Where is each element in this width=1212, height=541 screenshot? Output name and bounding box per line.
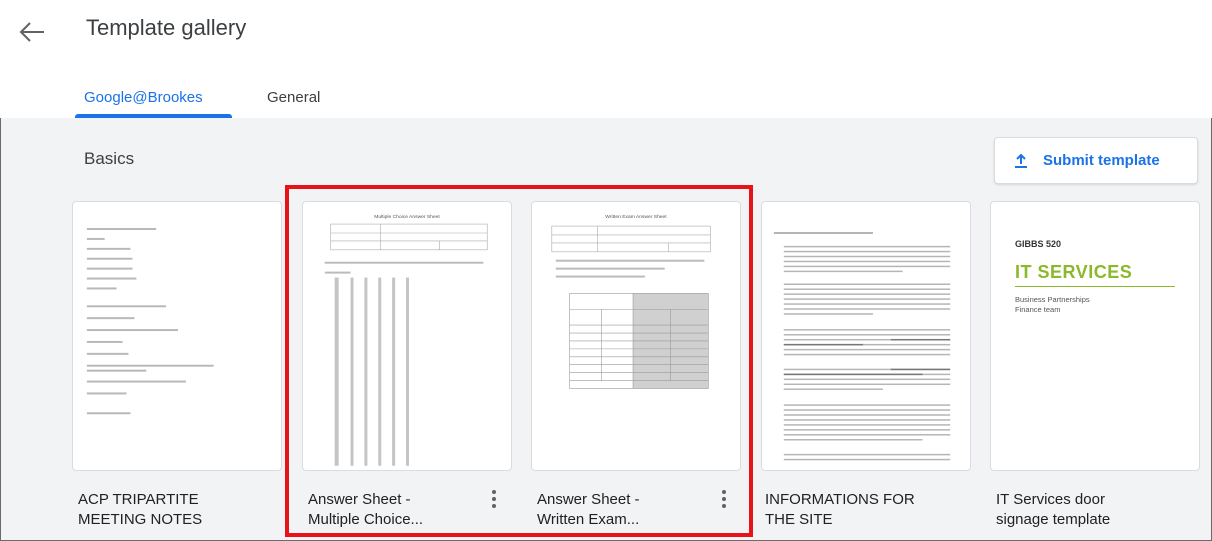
thumb-gibbs-text: GIBBS 520: [1015, 239, 1062, 249]
document-thumbnail: [86, 228, 214, 415]
thumb-business-text: Business Partnerships Finance team: [1015, 295, 1090, 315]
template-name-line: IT Services door: [996, 491, 1105, 508]
thumb-divider: [1015, 286, 1175, 287]
thumb-bp-line1: Business Partnerships: [1015, 295, 1090, 304]
template-name-line: INFORMATIONS FOR: [765, 491, 915, 508]
top-bar: Template gallery Google@Brookes General: [0, 0, 1212, 118]
thumb-bp-line2: Finance team: [1015, 305, 1061, 314]
tab-general[interactable]: General: [267, 89, 320, 106]
page-title: Template gallery: [86, 15, 247, 40]
template-name-it-services[interactable]: IT Services door signage template: [996, 490, 1110, 530]
template-name-line: ACP TRIPARTITE: [78, 491, 199, 508]
tab-google-brookes[interactable]: Google@Brookes: [84, 89, 203, 106]
template-name-informations[interactable]: INFORMATIONS FOR THE SITE: [765, 490, 915, 530]
template-name-line: MEETING NOTES: [78, 511, 203, 528]
template-card-informations[interactable]: [761, 201, 971, 471]
highlight-box: [285, 185, 753, 537]
document-thumbnail: [773, 232, 951, 461]
template-name-acp[interactable]: ACP TRIPARTITE MEETING NOTES: [78, 490, 202, 530]
upload-icon: [1015, 153, 1027, 168]
template-card-it-services[interactable]: GIBBS 520 IT SERVICES Business Partnersh…: [990, 201, 1200, 471]
submit-template-button[interactable]: Submit template: [994, 137, 1198, 184]
submit-template-label: Submit template: [1043, 152, 1160, 169]
back-arrow-icon[interactable]: [18, 20, 46, 44]
thumb-it-services-text: IT SERVICES: [1015, 262, 1133, 282]
template-name-line: THE SITE: [765, 511, 833, 528]
template-name-line: signage template: [996, 511, 1111, 528]
template-card-acp[interactable]: [72, 201, 282, 471]
section-title: Basics: [84, 149, 135, 168]
